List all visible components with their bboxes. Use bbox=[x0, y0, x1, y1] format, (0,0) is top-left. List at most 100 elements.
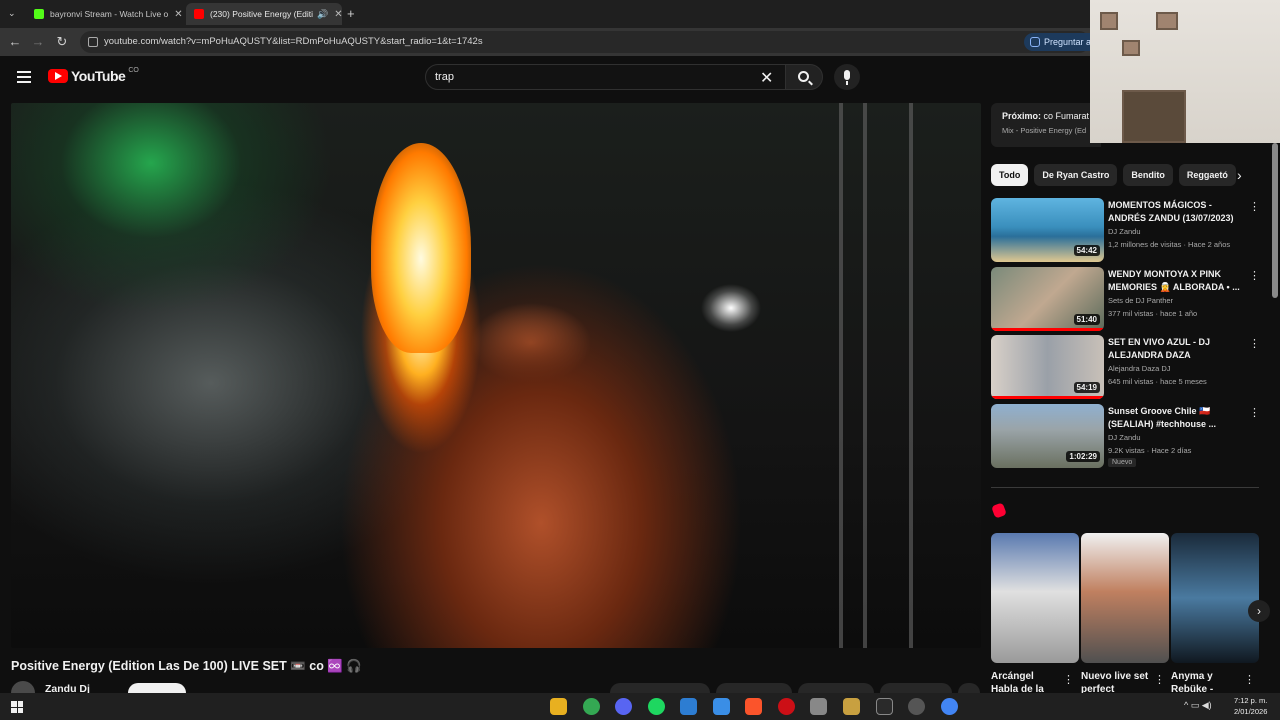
recommendation-title[interactable]: Sunset Groove Chile 🇨🇱 (SEALIAH) #techho… bbox=[1108, 405, 1243, 430]
short-thumbnail[interactable] bbox=[991, 533, 1079, 663]
section-divider bbox=[991, 487, 1259, 488]
chevron-right-icon[interactable]: › bbox=[1237, 167, 1242, 183]
more-options-icon[interactable]: ⋮ bbox=[1154, 673, 1165, 686]
voice-search-button[interactable] bbox=[834, 64, 860, 90]
chrome-icon[interactable] bbox=[941, 698, 958, 715]
stage-truss bbox=[839, 103, 843, 648]
youtube-favicon-icon bbox=[194, 9, 204, 19]
up-next-card[interactable]: Próximo: co Fumarat Mix - Positive Energ… bbox=[991, 103, 1101, 147]
site-info-icon[interactable] bbox=[88, 37, 98, 47]
more-options-icon[interactable]: ⋮ bbox=[1249, 337, 1260, 350]
tab-label: (230) Positive Energy (Editi bbox=[210, 9, 313, 19]
wall-frame bbox=[1122, 40, 1140, 56]
app-icon[interactable] bbox=[713, 698, 730, 715]
shorts-icon bbox=[991, 502, 1007, 519]
video-thumbnail[interactable]: 54:42 bbox=[991, 198, 1104, 262]
duration-badge: 1:02:29 bbox=[1066, 451, 1100, 462]
video-thumbnail[interactable]: 51:40 bbox=[991, 267, 1104, 331]
recommendation-title[interactable]: MOMENTOS MÁGICOS - ANDRÉS ZANDU (13/07/2… bbox=[1108, 199, 1243, 224]
recommendation-item[interactable]: 54:42 MOMENTOS MÁGICOS - ANDRÉS ZANDU (1… bbox=[991, 198, 1261, 262]
ask-gemini-button[interactable]: Preguntar a bbox=[1024, 33, 1100, 51]
app-icon[interactable] bbox=[810, 698, 827, 715]
browser-toolbar: ← → ↻ youtube.com/watch?v=mPoHuAQUSTY&li… bbox=[0, 28, 1280, 56]
reload-icon[interactable]: ↻ bbox=[54, 34, 70, 50]
duration-badge: 54:42 bbox=[1073, 245, 1100, 256]
video-player[interactable] bbox=[11, 103, 981, 648]
browser-tab-strip: ⌄ bayronvi Stream - Watch Live o ✕ (230)… bbox=[0, 0, 1280, 28]
next-subtitle: Mix - Positive Energy (Ed bbox=[1002, 126, 1087, 135]
ask-button-label: Preguntar a bbox=[1044, 37, 1092, 47]
recommendation-channel[interactable]: DJ Zandu bbox=[1108, 433, 1141, 442]
search-input[interactable]: trap bbox=[425, 64, 787, 90]
duration-badge: 51:40 bbox=[1073, 314, 1100, 325]
recommendation-channel[interactable]: Alejandra Daza DJ bbox=[1108, 364, 1171, 373]
url-bar[interactable]: youtube.com/watch?v=mPoHuAQUSTY&list=RDm… bbox=[80, 31, 1090, 53]
game-icon[interactable] bbox=[843, 698, 860, 715]
tab-close-icon[interactable]: ✕ bbox=[168, 9, 182, 20]
url-text: youtube.com/watch?v=mPoHuAQUSTY&list=RDm… bbox=[104, 36, 483, 47]
recommendation-item[interactable]: 54:19 SET EN VIVO AZUL - DJ ALEJANDRA DA… bbox=[991, 335, 1261, 399]
menu-icon[interactable] bbox=[17, 71, 31, 83]
forward-arrow-icon[interactable]: → bbox=[30, 34, 46, 49]
more-options-icon[interactable]: ⋮ bbox=[1249, 200, 1260, 213]
stage-truss bbox=[863, 103, 867, 648]
kick-favicon-icon bbox=[34, 9, 44, 19]
system-tray[interactable]: ^ ▭ ◀) bbox=[1184, 700, 1212, 711]
recommendation-item[interactable]: 1:02:29 Sunset Groove Chile 🇨🇱 (SEALIAH)… bbox=[991, 404, 1261, 468]
video-thumbnail[interactable]: 54:19 bbox=[991, 335, 1104, 399]
new-tab-button[interactable]: + bbox=[347, 6, 355, 21]
epic-games-icon[interactable] bbox=[876, 698, 893, 715]
chrome-icon[interactable] bbox=[583, 698, 600, 715]
duration-badge: 54:19 bbox=[1073, 382, 1100, 393]
spotify-icon[interactable] bbox=[648, 698, 665, 715]
chip-de-ryan-castro[interactable]: De Ryan Castro bbox=[1034, 164, 1118, 186]
recommendation-channel[interactable]: Sets de DJ Panther bbox=[1108, 296, 1173, 305]
search-button[interactable] bbox=[785, 64, 823, 90]
more-options-icon[interactable]: ⋮ bbox=[1063, 673, 1074, 686]
chip-todo[interactable]: Todo bbox=[991, 164, 1029, 186]
wall-frame bbox=[1156, 12, 1178, 30]
logo-country: CO bbox=[128, 66, 139, 74]
recommendation-title[interactable]: SET EN VIVO AZUL - DJ ALEJANDRA DAZA bbox=[1108, 336, 1243, 361]
youtube-logo[interactable]: YouTube CO bbox=[48, 66, 139, 84]
recommendation-meta: 645 mil vistas · hace 5 meses bbox=[1108, 377, 1207, 386]
opera-icon[interactable] bbox=[778, 698, 795, 715]
page-scrollbar[interactable] bbox=[1272, 143, 1278, 298]
store-icon[interactable] bbox=[680, 698, 697, 715]
video-title: Positive Energy (Edition Las De 100) LIV… bbox=[11, 659, 362, 673]
file-explorer-icon[interactable] bbox=[550, 698, 567, 715]
more-options-icon[interactable]: ⋮ bbox=[1249, 269, 1260, 282]
recommendation-meta: 377 mil vistas · hace 1 año bbox=[1108, 309, 1198, 318]
video-thumbnail[interactable]: 1:02:29 bbox=[991, 404, 1104, 468]
assistant-icon bbox=[1030, 37, 1040, 47]
tab-close-icon[interactable]: ✕ bbox=[328, 9, 342, 20]
windows-start-icon[interactable] bbox=[11, 701, 23, 713]
discord-icon[interactable] bbox=[615, 698, 632, 715]
microphone-icon bbox=[844, 70, 850, 80]
back-arrow-icon[interactable]: ← bbox=[7, 34, 23, 49]
brave-icon[interactable] bbox=[745, 698, 762, 715]
recommendation-meta: 9.2K vistas · Hace 2 días bbox=[1108, 446, 1192, 455]
youtube-header: YouTube CO trap ✕ bbox=[0, 56, 1280, 100]
steam-icon[interactable] bbox=[908, 698, 925, 715]
recommendation-meta: 1,2 millones de visitas · Hace 2 años bbox=[1108, 240, 1231, 249]
clear-search-icon[interactable]: ✕ bbox=[760, 68, 773, 88]
short-thumbnail[interactable] bbox=[1171, 533, 1259, 663]
chip-bendito[interactable]: Bendito bbox=[1123, 164, 1173, 186]
clock-date: 2/01/2026 bbox=[1234, 707, 1268, 716]
tab-positive-energy[interactable]: (230) Positive Energy (Editi 🔊 ✕ bbox=[186, 3, 342, 25]
short-thumbnail[interactable] bbox=[1081, 533, 1169, 663]
clock[interactable]: 7:12 p. m. 2/01/2026 bbox=[1234, 695, 1267, 717]
recommendation-title[interactable]: WENDY MONTOYA X PINK MEMORIES 🧝 ALBORADA… bbox=[1108, 268, 1243, 293]
search-icon bbox=[798, 71, 809, 82]
speaker-icon[interactable]: 🔊 bbox=[317, 9, 328, 20]
recommendation-channel[interactable]: DJ Zandu bbox=[1108, 227, 1141, 236]
tab-bayronvi-stream[interactable]: bayronvi Stream - Watch Live o ✕ bbox=[26, 3, 184, 25]
more-options-icon[interactable]: ⋮ bbox=[1244, 673, 1255, 686]
recommendation-item[interactable]: 51:40 WENDY MONTOYA X PINK MEMORIES 🧝 AL… bbox=[991, 267, 1261, 331]
windows-taskbar: ^ ▭ ◀) 7:12 p. m. 2/01/2026 bbox=[0, 693, 1280, 720]
tab-search-chevron-icon[interactable]: ⌄ bbox=[8, 8, 16, 19]
more-options-icon[interactable]: ⋮ bbox=[1249, 406, 1260, 419]
chip-reggaeton[interactable]: Reggaetó bbox=[1178, 164, 1236, 186]
shorts-next-button[interactable]: › bbox=[1248, 600, 1270, 622]
